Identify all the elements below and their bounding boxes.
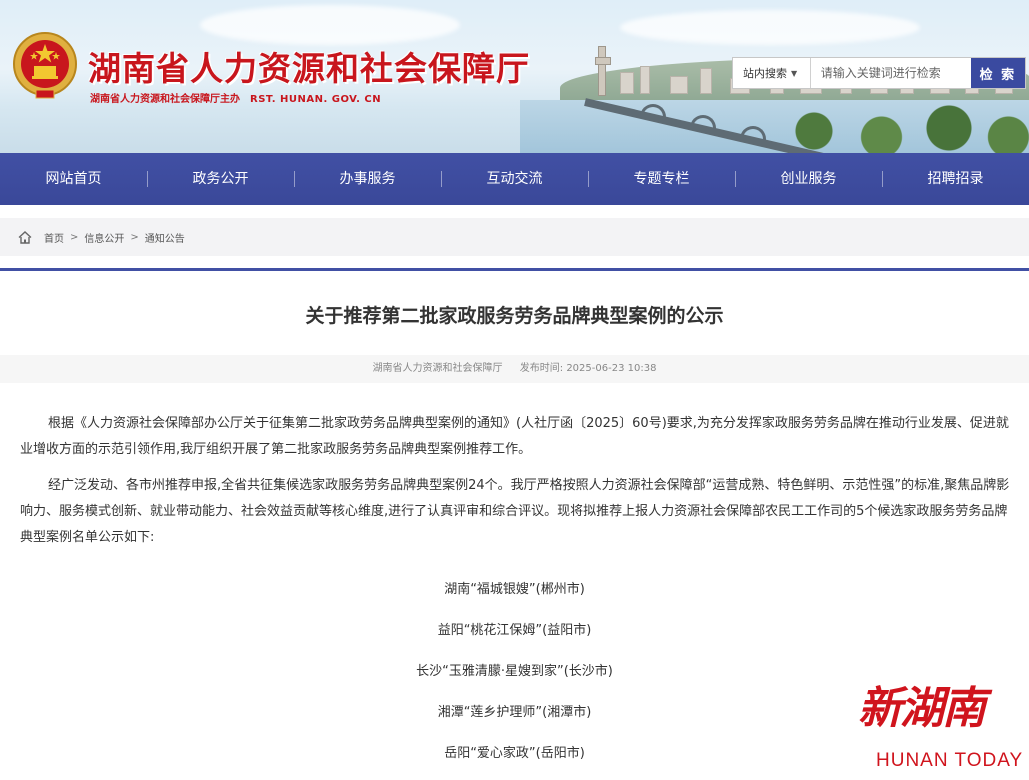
chevron-down-icon: ▼ (791, 68, 798, 78)
article-paragraph: 根据《人力资源社会保障部办公厅关于征集第二批家政劳务品牌典型案例的通知》(人社厅… (20, 416, 1009, 457)
article-date: 2025-06-23 10:38 (566, 363, 657, 374)
article-date-label: 发布时间: (519, 363, 564, 374)
breadcrumb-separator: > (70, 231, 79, 243)
article-meta: 湖南省人力资源和社会保障厅 发布时间: 2025-06-23 10:38 (0, 355, 1029, 383)
search-button[interactable]: 检 索 (970, 58, 1025, 88)
nav-item-topics[interactable]: 专题专栏 (588, 153, 735, 205)
header-banner: 湖南省人力资源和社会保障厅 湖南省人力资源和社会保障厅主办 RST. HUNAN.… (0, 0, 1029, 153)
national-emblem-icon[interactable] (10, 30, 80, 102)
breadcrumb: 首页 > 信息公开 > 通知公告 (0, 218, 1029, 256)
breadcrumb-home[interactable]: 首页 (44, 230, 64, 245)
main-nav: 网站首页 政务公开 办事服务 互动交流 专题专栏 创业服务 招聘招录 (0, 153, 1029, 205)
trees-decoration (760, 95, 1029, 153)
cloud-decoration (620, 10, 920, 45)
breadcrumb-info-public[interactable]: 信息公开 (84, 230, 124, 245)
site-sub-en: RST. HUNAN. GOV. CN (250, 94, 382, 105)
cloud-decoration (200, 5, 460, 45)
article-title: 关于推荐第二批家政服务劳务品牌典型案例的公示 (305, 305, 724, 327)
watermark-logo: 新湖南 HUNAN TODAY (858, 672, 1026, 778)
home-icon[interactable] (18, 230, 32, 244)
site-subtitle: 湖南省人力资源和社会保障厅主办 RST. HUNAN. GOV. CN (90, 90, 381, 105)
nav-item-entrepreneurship[interactable]: 创业服务 (735, 153, 882, 205)
nav-item-home[interactable]: 网站首页 (0, 153, 147, 205)
nav-item-recruitment[interactable]: 招聘招录 (882, 153, 1029, 205)
nav-item-gov-affairs[interactable]: 政务公开 (147, 153, 294, 205)
nav-item-interaction[interactable]: 互动交流 (441, 153, 588, 205)
breadcrumb-separator: > (130, 231, 139, 243)
site-sub-cn: 湖南省人力资源和社会保障厅主办 (90, 94, 240, 105)
article-paragraph: 经广泛发动、各市州推荐申报,全省共征集候选家政服务劳务品牌典型案例24个。我厅严… (20, 478, 1010, 545)
search-box: 站内搜索 ▼ 检 索 (732, 57, 1026, 89)
nav-item-services[interactable]: 办事服务 (294, 153, 441, 205)
breadcrumb-notices[interactable]: 通知公告 (145, 230, 185, 245)
watermark-cn: 新湖南 (858, 683, 986, 734)
article-body: 根据《人力资源社会保障部办公厅关于征集第二批家政劳务品牌典型案例的通知》(人社厅… (20, 411, 1010, 561)
watermark-en: HUNAN TODAY (876, 750, 1024, 771)
search-scope-select[interactable]: 站内搜索 ▼ (733, 58, 811, 88)
search-scope-label: 站内搜索 (743, 67, 787, 80)
site-title[interactable]: 湖南省人力资源和社会保障厅 (88, 42, 530, 90)
article-source: 湖南省人力资源和社会保障厅 (372, 363, 503, 374)
tower-decoration (595, 46, 611, 96)
case-item: 湖南“福城银嫂”(郴州市) (444, 582, 585, 597)
case-item: 益阳“桃花江保姆”(益阳市) (437, 623, 592, 638)
search-input[interactable] (810, 58, 971, 88)
